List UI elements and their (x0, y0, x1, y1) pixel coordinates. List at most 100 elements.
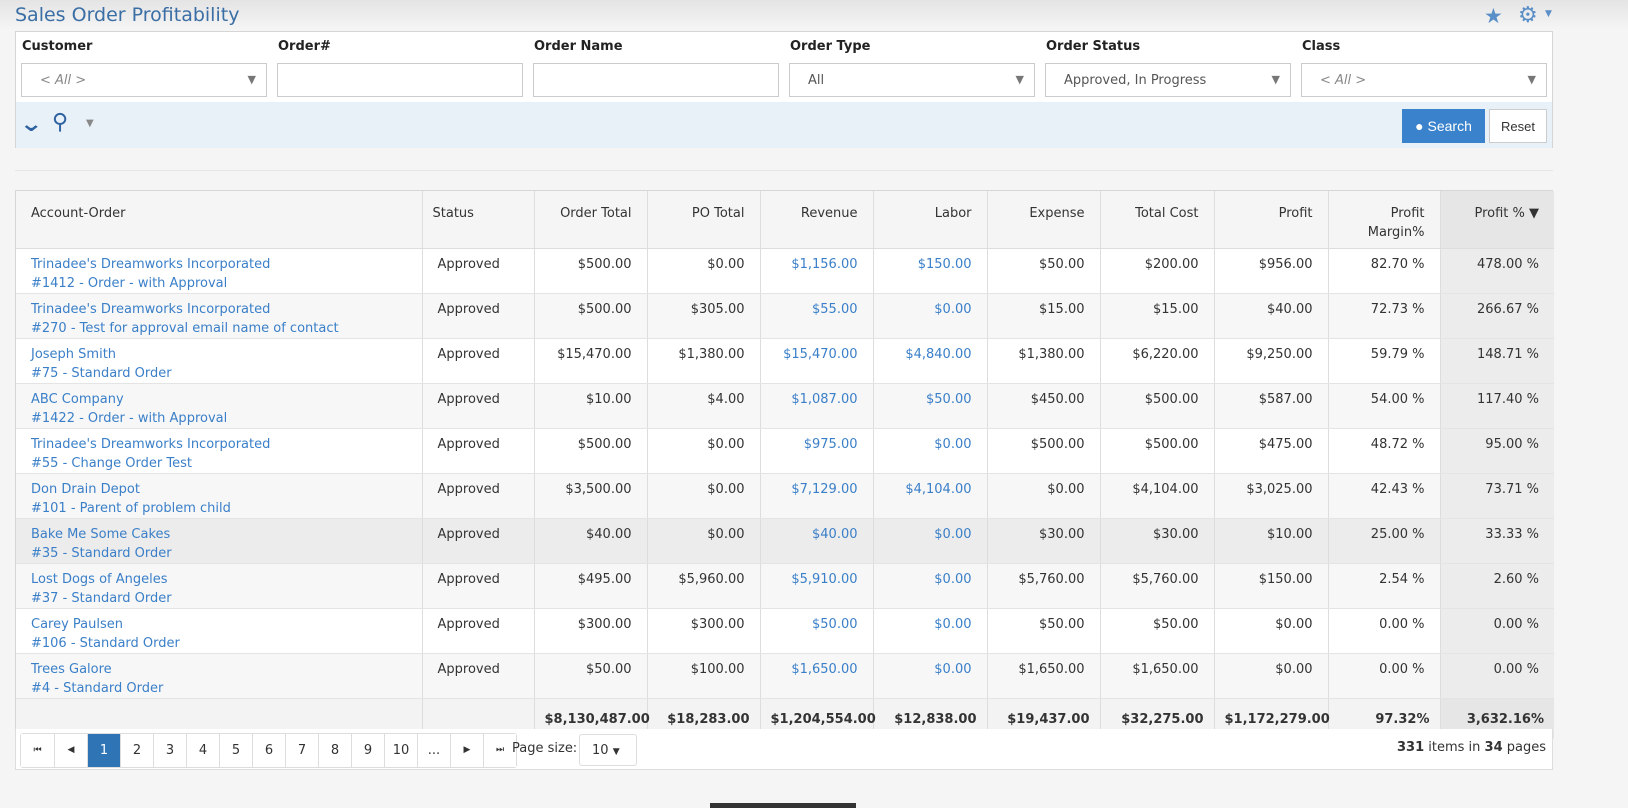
table-row[interactable]: Trinadee's Dreamworks Incorporated #270 -… (16, 293, 1554, 339)
labor-cell[interactable]: $0.00 (872, 563, 987, 609)
account-link[interactable]: Don Drain Depot (31, 480, 407, 499)
chevron-down-icon[interactable]: ⌄ (19, 112, 43, 137)
revenue-cell[interactable]: $5,910.00 (759, 563, 873, 609)
table-row[interactable]: Trinadee's Dreamworks Incorporated #55 - … (16, 428, 1554, 474)
account-link[interactable]: Trees Galore (31, 660, 407, 679)
table-row[interactable]: Carey Paulsen #106 - Standard Order Approv… (16, 608, 1554, 654)
account-link[interactable]: Trinadee's Dreamworks Incorporated (31, 255, 407, 274)
column-header[interactable]: Account-Order (16, 191, 422, 249)
column-header[interactable]: Profit Margin% (1327, 191, 1440, 249)
next-page-icon[interactable]: ▶ (450, 734, 483, 767)
order-link[interactable]: #106 - Standard Order (31, 634, 407, 653)
page-button[interactable]: 10 (384, 734, 417, 767)
column-header[interactable]: Labor (872, 191, 987, 249)
prev-page-icon[interactable]: ◀ (54, 734, 87, 767)
account-link[interactable]: Carey Paulsen (31, 615, 407, 634)
order-link[interactable]: #1412 - Order - with Approval (31, 274, 407, 293)
star-icon[interactable]: ★ (1484, 4, 1503, 28)
order-link[interactable]: #101 - Parent of problem child (31, 499, 407, 518)
account-link[interactable]: ABC Company (31, 390, 407, 409)
search-settings-icon[interactable]: ⚲ (52, 110, 68, 135)
caret-down-icon[interactable]: ▼ (86, 118, 94, 129)
table-row[interactable]: Bake Me Some Cakes #35 - Standard Order Ap… (16, 518, 1554, 564)
revenue-cell[interactable]: $1,650.00 (759, 653, 873, 699)
filter-select[interactable]: < All > ▼ (1301, 63, 1547, 97)
page-button[interactable]: 2 (120, 734, 153, 767)
page-title: Sales Order Profitability (15, 4, 240, 26)
reset-button[interactable]: Reset (1489, 109, 1547, 143)
table-row[interactable]: Lost Dogs of Angeles #37 - Standard Order… (16, 563, 1554, 609)
margin-cell: 48.72 % (1327, 428, 1440, 474)
labor-cell[interactable]: $0.00 (872, 518, 987, 564)
order-link[interactable]: #55 - Change Order Test (31, 454, 407, 473)
po-total-cell: $0.00 (646, 473, 760, 519)
total-cost-cell: $1,650.00 (1099, 653, 1214, 699)
order-link[interactable]: #35 - Standard Order (31, 544, 407, 563)
column-header[interactable]: Revenue (759, 191, 873, 249)
column-header[interactable]: Expense (986, 191, 1100, 249)
labor-cell[interactable]: $50.00 (872, 383, 987, 429)
account-link[interactable]: Joseph Smith (31, 345, 407, 364)
page-button[interactable]: 1 (87, 734, 120, 767)
revenue-cell[interactable]: $50.00 (759, 608, 873, 654)
page-button[interactable]: 3 (153, 734, 186, 767)
filter-select[interactable]: All ▼ (789, 63, 1035, 97)
revenue-cell[interactable]: $15,470.00 (759, 338, 873, 384)
revenue-cell[interactable]: $1,087.00 (759, 383, 873, 429)
table-row[interactable]: Don Drain Depot #101 - Parent of problem … (16, 473, 1554, 519)
column-header[interactable]: Order Total (533, 191, 647, 249)
page-button[interactable]: 4 (186, 734, 219, 767)
table-row[interactable]: Trinadee's Dreamworks Incorporated #1412 … (16, 248, 1554, 294)
page-button[interactable]: ... (417, 734, 450, 767)
column-header[interactable]: Profit (1213, 191, 1328, 249)
filter-select[interactable]: < All > ▼ (21, 63, 267, 97)
labor-cell[interactable]: $0.00 (872, 428, 987, 474)
labor-cell[interactable]: $0.00 (872, 608, 987, 654)
revenue-cell[interactable]: $40.00 (759, 518, 873, 564)
page-button[interactable]: 5 (219, 734, 252, 767)
page-button[interactable]: 6 (252, 734, 285, 767)
revenue-cell[interactable]: $7,129.00 (759, 473, 873, 519)
margin-cell: 82.70 % (1327, 248, 1440, 294)
column-header[interactable]: Total Cost (1099, 191, 1214, 249)
column-header[interactable]: Status (421, 191, 534, 249)
labor-cell[interactable]: $4,104.00 (872, 473, 987, 519)
account-link[interactable]: Lost Dogs of Angeles (31, 570, 407, 589)
profit-pct-cell: 73.71 % (1439, 473, 1554, 519)
account-link[interactable]: Trinadee's Dreamworks Incorporated (31, 300, 407, 319)
horizontal-scrollbar[interactable] (710, 803, 856, 808)
expense-cell: $0.00 (986, 473, 1100, 519)
order-link[interactable]: #37 - Standard Order (31, 589, 407, 608)
order-link[interactable]: #270 - Test for approval email name of c… (31, 319, 407, 338)
table-row[interactable]: Trees Galore #4 - Standard Order Approved $… (16, 653, 1554, 699)
page-button[interactable]: 7 (285, 734, 318, 767)
labor-cell[interactable]: $0.00 (872, 293, 987, 339)
table-row[interactable]: ABC Company #1422 - Order - with Approval… (16, 383, 1554, 429)
search-button[interactable]: ● Search (1402, 109, 1485, 143)
labor-cell[interactable]: $150.00 (872, 248, 987, 294)
account-link[interactable]: Trinadee's Dreamworks Incorporated (31, 435, 407, 454)
po-total-cell: $100.00 (646, 653, 760, 699)
page-button[interactable]: 8 (318, 734, 351, 767)
filter-input[interactable] (533, 63, 779, 97)
page-size-select[interactable]: 10 ▼ (579, 734, 637, 766)
order-link[interactable]: #4 - Standard Order (31, 679, 407, 698)
filter-select[interactable]: Approved, In Progress ▼ (1045, 63, 1291, 97)
revenue-cell[interactable]: $55.00 (759, 293, 873, 339)
table-row[interactable]: Joseph Smith #75 - Standard Order Approved… (16, 338, 1554, 384)
labor-cell[interactable]: $4,840.00 (872, 338, 987, 384)
order-link[interactable]: #1422 - Order - with Approval (31, 409, 407, 428)
caret-down-icon[interactable]: ▼ (1545, 9, 1552, 19)
order-link[interactable]: #75 - Standard Order (31, 364, 407, 383)
revenue-cell[interactable]: $975.00 (759, 428, 873, 474)
revenue-cell[interactable]: $1,156.00 (759, 248, 873, 294)
account-order-cell: Lost Dogs of Angeles #37 - Standard Order (16, 563, 422, 609)
account-link[interactable]: Bake Me Some Cakes (31, 525, 407, 544)
first-page-icon[interactable]: ⏮ (21, 734, 54, 767)
column-header[interactable]: PO Total (646, 191, 760, 249)
filter-input[interactable] (277, 63, 523, 97)
column-header[interactable]: Profit % ▼ (1439, 191, 1554, 249)
gear-icon[interactable]: ⚙ (1518, 3, 1538, 28)
page-button[interactable]: 9 (351, 734, 384, 767)
labor-cell[interactable]: $0.00 (872, 653, 987, 699)
